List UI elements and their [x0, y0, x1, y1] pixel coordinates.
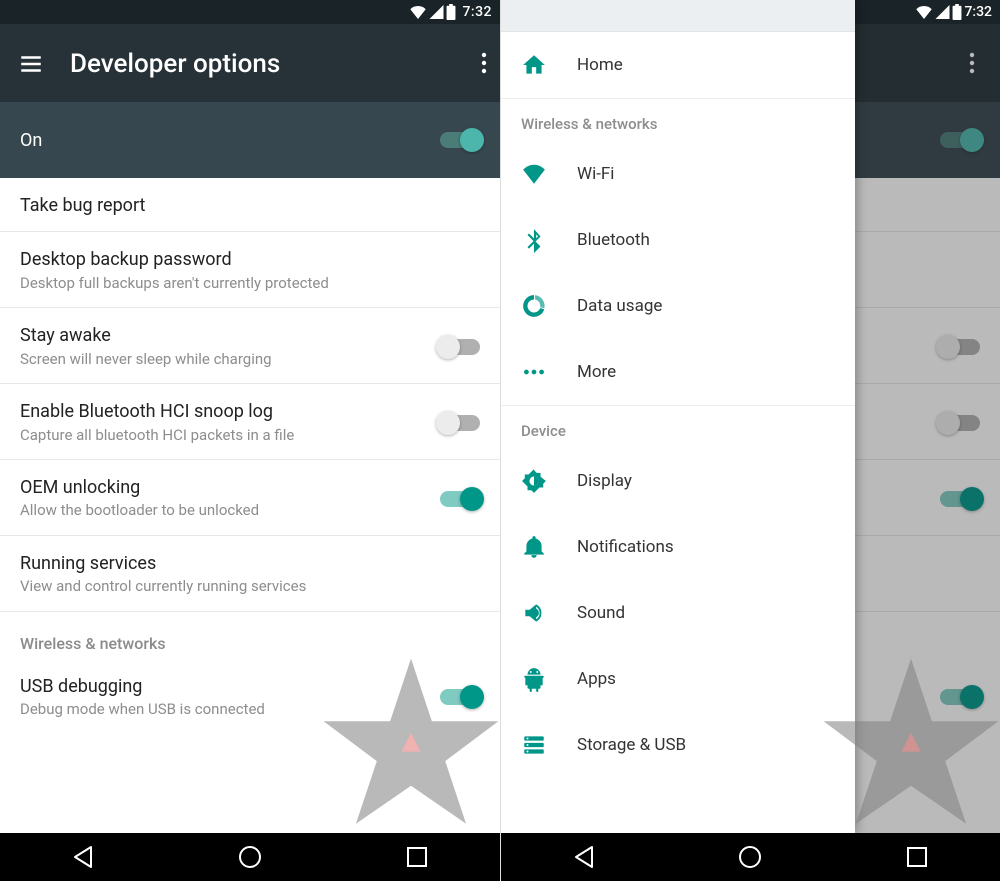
screen-drawer-open: 7:32 — [500, 0, 1000, 881]
navigation-bar — [501, 833, 1000, 881]
data-usage-icon — [521, 293, 547, 319]
switch-dimmed — [940, 689, 980, 705]
app-bar: Developer options — [0, 24, 500, 102]
drawer-item-home[interactable]: Home — [501, 32, 855, 98]
back-button[interactable] — [570, 843, 598, 871]
usb-debugging-switch[interactable] — [440, 689, 480, 705]
recents-button[interactable] — [403, 843, 431, 871]
drawer-item-wifi[interactable]: Wi-Fi — [501, 141, 855, 207]
more-vert-icon — [962, 51, 982, 75]
switch-dimmed — [940, 415, 980, 431]
row-title: Desktop backup password — [20, 248, 468, 271]
wifi-icon — [521, 161, 547, 187]
drawer-item-data-usage[interactable]: Data usage — [501, 273, 855, 339]
battery-icon — [446, 4, 456, 20]
drawer-item-storage[interactable]: Storage & USB — [501, 712, 855, 778]
row-subtitle: Capture all bluetooth HCI packets in a f… — [20, 426, 428, 446]
bluetooth-icon — [521, 227, 547, 253]
navigation-bar — [0, 833, 500, 881]
master-toggle-switch-dimmed — [940, 132, 980, 148]
row-title: Enable Bluetooth HCI snoop log — [20, 400, 428, 423]
drawer-item-label: Sound — [577, 603, 625, 623]
switch-dimmed — [940, 339, 980, 355]
switch-dimmed — [940, 491, 980, 507]
row-title: Running services — [20, 552, 468, 575]
row-subtitle: Desktop full backups aren't currently pr… — [20, 274, 468, 294]
row-subtitle: View and control currently running servi… — [20, 577, 468, 597]
master-toggle-label: On — [20, 130, 42, 151]
more-horiz-icon — [521, 359, 547, 385]
row-running-services[interactable]: Running services View and control curren… — [0, 536, 500, 612]
status-bar: 7:32 — [0, 0, 500, 24]
home-icon — [521, 52, 547, 78]
row-usb-debugging[interactable]: USB debugging Debug mode when USB is con… — [0, 659, 500, 734]
android-icon — [521, 666, 547, 692]
drawer-item-sound[interactable]: Sound — [501, 580, 855, 646]
status-time: 7:32 — [964, 4, 992, 20]
row-title: OEM unlocking — [20, 476, 428, 499]
home-button[interactable] — [236, 843, 264, 871]
row-oem-unlocking[interactable]: OEM unlocking Allow the bootloader to be… — [0, 460, 500, 536]
drawer-item-label: Storage & USB — [577, 735, 686, 755]
settings-list: Take bug report Desktop backup password … — [0, 178, 500, 833]
row-subtitle: Screen will never sleep while charging — [20, 350, 428, 370]
battery-icon — [952, 4, 962, 20]
drawer-item-label: Apps — [577, 669, 616, 689]
screen-developer-options: 7:32 Developer options On Take bug repor… — [0, 0, 500, 881]
stay-awake-switch[interactable] — [440, 339, 480, 355]
drawer-item-label: Data usage — [577, 296, 662, 316]
row-take-bug-report[interactable]: Take bug report — [0, 178, 500, 232]
wifi-status-icon — [915, 5, 933, 19]
drawer-item-more[interactable]: More — [501, 339, 855, 405]
bell-icon — [521, 534, 547, 560]
navigation-drawer: Home Wireless & networks Wi-Fi Bluetooth… — [501, 0, 855, 833]
hamburger-icon[interactable] — [18, 51, 42, 75]
drawer-item-apps[interactable]: Apps — [501, 646, 855, 712]
drawer-item-notifications[interactable]: Notifications — [501, 514, 855, 580]
drawer-item-label: Home — [577, 55, 623, 75]
drawer-item-bluetooth[interactable]: Bluetooth — [501, 207, 855, 273]
drawer-item-label: Bluetooth — [577, 230, 650, 250]
storage-icon — [521, 732, 547, 758]
hci-snoop-switch[interactable] — [440, 415, 480, 431]
master-toggle-switch[interactable] — [440, 132, 480, 148]
volume-icon — [521, 600, 547, 626]
master-toggle-row[interactable]: On — [0, 102, 500, 178]
row-desktop-backup-password[interactable]: Desktop backup password Desktop full bac… — [0, 232, 500, 308]
drawer-item-label: Display — [577, 471, 632, 491]
row-subtitle: Debug mode when USB is connected — [20, 700, 428, 720]
more-vert-icon[interactable] — [466, 51, 482, 75]
brightness-icon — [521, 468, 547, 494]
recents-button[interactable] — [903, 843, 931, 871]
status-time: 7:32 — [462, 4, 492, 20]
drawer-item-label: Notifications — [577, 537, 674, 557]
drawer-section-device: Device — [501, 405, 855, 448]
row-stay-awake[interactable]: Stay awake Screen will never sleep while… — [0, 308, 500, 384]
drawer-header-gap — [501, 0, 855, 32]
row-title: USB debugging — [20, 675, 428, 698]
cell-signal-icon — [429, 5, 444, 19]
drawer-item-display[interactable]: Display — [501, 448, 855, 514]
section-wireless-networks: Wireless & networks — [0, 612, 500, 659]
row-hci-snoop[interactable]: Enable Bluetooth HCI snoop log Capture a… — [0, 384, 500, 460]
home-button[interactable] — [736, 843, 764, 871]
oem-unlocking-switch[interactable] — [440, 491, 480, 507]
cell-signal-icon — [935, 5, 950, 19]
drawer-section-wireless: Wireless & networks — [501, 98, 855, 141]
row-title: Take bug report — [20, 194, 468, 217]
wifi-status-icon — [409, 5, 427, 19]
drawer-item-label: Wi-Fi — [577, 164, 614, 184]
drawer-item-label: More — [577, 362, 616, 382]
row-subtitle: Allow the bootloader to be unlocked — [20, 501, 428, 521]
row-title: Stay awake — [20, 324, 428, 347]
back-button[interactable] — [69, 843, 97, 871]
appbar-title: Developer options — [70, 49, 466, 79]
